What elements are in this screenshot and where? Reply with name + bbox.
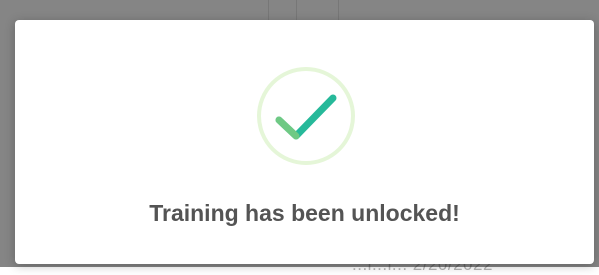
success-message: Training has been unlocked! (149, 200, 460, 226)
success-dialog: Training has been unlocked! (15, 20, 594, 264)
success-check-icon (256, 66, 356, 166)
